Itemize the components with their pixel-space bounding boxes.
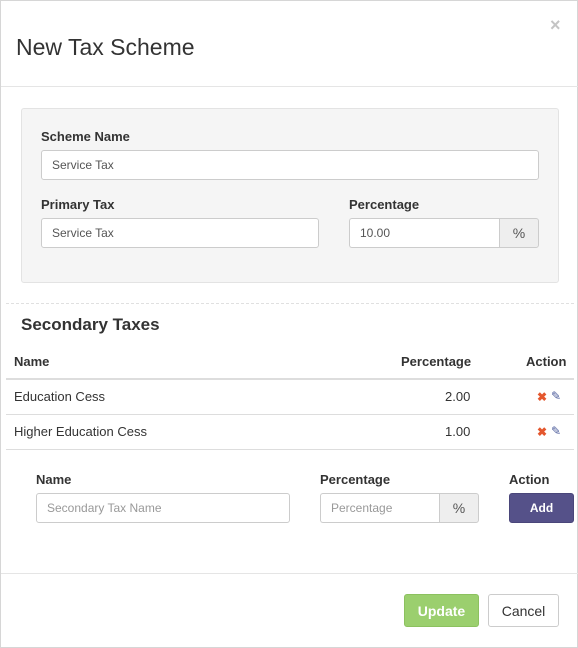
update-button[interactable]: Update: [404, 594, 479, 627]
edit-icon[interactable]: ✎: [551, 425, 561, 437]
close-icon[interactable]: ×: [550, 15, 561, 35]
percent-addon: %: [499, 218, 539, 248]
footer-divider: [1, 573, 578, 574]
column-header-name: Name: [14, 354, 50, 369]
secondary-taxes-title: Secondary Taxes: [21, 315, 160, 334]
scheme-name-input[interactable]: [41, 150, 539, 180]
column-header-action: Action: [526, 354, 567, 369]
scheme-name-label: Scheme Name: [41, 129, 130, 144]
row-name: Higher Education Cess: [14, 424, 147, 439]
primary-percentage-input[interactable]: [349, 218, 500, 248]
cancel-button[interactable]: Cancel: [488, 594, 559, 627]
row-divider: [6, 449, 574, 450]
row-percentage: 1.00: [445, 424, 471, 439]
edit-icon[interactable]: ✎: [551, 390, 561, 402]
secondary-percentage-input[interactable]: [320, 493, 440, 523]
new-percentage-label: Percentage: [320, 472, 391, 487]
primary-tax-input[interactable]: [41, 218, 319, 248]
table-header-divider: [6, 378, 574, 380]
secondary-tax-name-input[interactable]: [36, 493, 290, 523]
delete-icon[interactable]: ✖: [537, 391, 547, 403]
row-divider: [6, 414, 574, 415]
primary-tax-label: Primary Tax: [41, 197, 115, 212]
section-divider: [6, 303, 574, 304]
add-button[interactable]: Add: [509, 493, 574, 523]
row-percentage: 2.00: [445, 389, 471, 404]
tax-scheme-dialog: × New Tax Scheme Scheme Name Primary Tax…: [0, 0, 578, 648]
delete-icon[interactable]: ✖: [537, 426, 547, 438]
header-divider: [1, 86, 578, 87]
new-action-label: Action: [509, 472, 550, 487]
percent-addon: %: [439, 493, 479, 523]
percentage-label: Percentage: [349, 197, 420, 212]
new-name-label: Name: [36, 472, 72, 487]
dialog-title: New Tax Scheme: [16, 34, 195, 60]
column-header-percentage: Percentage: [401, 354, 472, 369]
row-name: Education Cess: [14, 389, 106, 404]
